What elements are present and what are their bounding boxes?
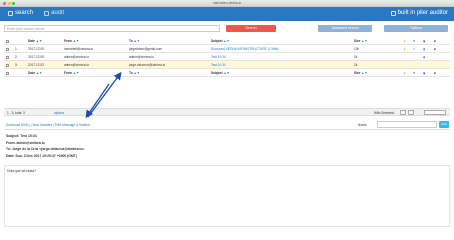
bulk-action-select[interactable]	[424, 110, 446, 115]
footer-date[interactable]: Date ▲▼	[28, 71, 42, 75]
sort-icon[interactable]: ▲▼	[73, 71, 79, 75]
sort-icon[interactable]: ▲▼	[361, 71, 367, 75]
notes-input[interactable]	[377, 121, 437, 128]
search-icon	[8, 10, 13, 16]
nav-audit-label: audit	[51, 10, 65, 16]
message-to: To: Jorge de la Cruz <jorge.delacruz@zim…	[6, 147, 85, 151]
sort-icon[interactable]: ▲▼	[223, 39, 229, 43]
sort-icon[interactable]: ▲▼	[134, 71, 140, 75]
pager-mode-link[interactable]: aplicha	[54, 111, 64, 115]
row-number: 1.	[15, 47, 18, 51]
advanced-search-button[interactable]: Advanced search	[318, 25, 372, 32]
browser-chrome: mail-axleo.zimbra.io	[0, 0, 454, 7]
user-label: built in piler auditor	[397, 10, 448, 16]
edit-button[interactable]: Edit	[439, 121, 449, 128]
select-all-checkbox[interactable]	[6, 71, 9, 75]
row-subject-link[interactable]: Test 10:34	[211, 55, 226, 59]
footer-to[interactable]: To ▲▼	[129, 71, 140, 75]
header-subject[interactable]: Subject ▲▼	[211, 39, 230, 43]
with-selected-label: With Selected:	[374, 111, 395, 115]
select-all-checkbox[interactable]	[6, 39, 9, 43]
sort-icon[interactable]: ▲▼	[134, 39, 140, 43]
row-number: 2.	[15, 55, 18, 59]
search-input[interactable]: Enter your search terms	[4, 25, 220, 32]
results-table: Date ▲▼ From ▲▼ To ▲▼ Subject ▲▼ Size ▲▼…	[4, 37, 450, 77]
sort-icon[interactable]: ▲▼	[361, 39, 367, 43]
row-subject-link[interactable]: [Success] SEGNA INFRASTRUCTURE (1 Mbit)	[211, 47, 278, 51]
row-date: 2017.12.05	[28, 55, 44, 59]
notes-label: Notes:	[358, 123, 368, 127]
message-body-text: Hola que tal estas?	[7, 169, 37, 173]
nav-search-link[interactable]: search	[8, 10, 33, 16]
header-from[interactable]: From ▲▼	[64, 39, 79, 43]
tag-icon: ◆	[423, 55, 426, 59]
search-button[interactable]: Search	[226, 25, 276, 32]
window-title: mail-axleo.zimbra.io	[212, 1, 242, 5]
row-subject-link[interactable]: Test 10:34	[211, 63, 226, 67]
table-row[interactable]: 1. 2017.12.05 hsmartell@zimbra.io jorget…	[4, 45, 450, 53]
row-checkbox[interactable]	[6, 63, 9, 67]
nav-audit-link[interactable]: audit	[44, 10, 64, 16]
header-date[interactable]: Date ▲▼	[28, 39, 42, 43]
note-icon: ■	[434, 39, 436, 43]
message-body: Hola que tal estas?	[4, 165, 450, 227]
sort-icon[interactable]: ▲▼	[73, 39, 79, 43]
warning-icon: ▲	[403, 39, 407, 43]
sort-icon[interactable]: ▲▼	[223, 71, 229, 75]
footer-size[interactable]: Size ▲▼	[354, 71, 368, 75]
attachment-icon: ✎	[413, 71, 416, 75]
row-date: 2017.12.03	[28, 63, 44, 67]
row-to: jorgetotour@gmail.com	[129, 47, 162, 51]
attachment-icon: ✎	[413, 47, 416, 51]
user-menu[interactable]: built in piler auditor	[390, 10, 448, 16]
tag-icon: ◆	[423, 47, 426, 51]
header-size[interactable]: Size ▲▼	[354, 39, 368, 43]
table-footer-header: Date ▲▼ From ▲▼ To ▲▼ Subject ▲▼ Size ▲▼…	[4, 69, 450, 77]
footer-from[interactable]: From ▲▼	[64, 71, 79, 75]
sort-icon[interactable]: ▲▼	[36, 71, 42, 75]
row-from: admin@zimbra.io	[64, 63, 89, 67]
bulk-tag-icon[interactable]	[408, 110, 414, 115]
row-number: 3.	[15, 63, 18, 67]
sort-icon[interactable]: ▲▼	[36, 39, 42, 43]
note-icon: ■	[434, 47, 436, 51]
nav-search-label: search	[15, 10, 34, 16]
row-date: 2017.12.05	[28, 47, 44, 51]
table-row-selected[interactable]: 3. 2017.12.03 admin@zimbra.io jorge.dela…	[4, 61, 450, 69]
top-navbar: search audit built in piler auditor	[0, 7, 454, 21]
note-icon: ■	[434, 71, 436, 75]
footer-subject[interactable]: Subject ▲▼	[211, 71, 230, 75]
table-row[interactable]: 2. 2017.12.05 admin@zimbra.io admin@zimb…	[4, 53, 450, 61]
message-headers: Subject: Test 10:34 From: admin@zimbra.i…	[6, 133, 84, 159]
message-toolbar: Download (EML) | View Headers | Print Me…	[4, 120, 450, 130]
row-checkbox[interactable]	[6, 47, 9, 51]
table-header: Date ▲▼ From ▲▼ To ▲▼ Subject ▲▼ Size ▲▼…	[4, 37, 450, 45]
message-date: Date: Sun, 3 Dec 2017 19:25:37 +0000 (GM…	[6, 153, 77, 158]
row-size: 2k	[354, 63, 358, 67]
warning-icon: ▲	[403, 71, 407, 75]
pager-bar: 1 - 3, total: 3 aplicha With Selected:	[4, 108, 450, 116]
results-empty-area	[4, 77, 450, 107]
audit-icon	[44, 10, 49, 16]
attachment-icon: ✎	[413, 39, 416, 43]
pager-info: 1 - 3, total: 3	[7, 111, 25, 115]
row-size: 10k	[354, 47, 360, 51]
message-actions[interactable]: Download (EML) | View Headers | Print Me…	[6, 123, 90, 127]
user-icon	[390, 10, 396, 16]
row-from: hsmartell@zimbra.io	[64, 47, 94, 51]
bulk-download-icon[interactable]	[400, 110, 406, 115]
header-to[interactable]: To ▲▼	[129, 39, 140, 43]
row-from: admin@zimbra.io	[64, 55, 89, 59]
row-size: 2k	[354, 55, 358, 59]
options-button[interactable]: Options	[384, 25, 448, 32]
tag-icon: ◆	[423, 71, 426, 75]
row-to: admin@zimbra.io	[129, 55, 154, 59]
search-row: Enter your search terms Search Advanced …	[0, 23, 454, 35]
warning-icon: ▲	[403, 47, 407, 51]
tag-icon: ◆	[423, 39, 426, 43]
row-checkbox[interactable]	[6, 55, 9, 59]
row-to: jorge.delacruz@zimbra.io	[129, 63, 166, 67]
